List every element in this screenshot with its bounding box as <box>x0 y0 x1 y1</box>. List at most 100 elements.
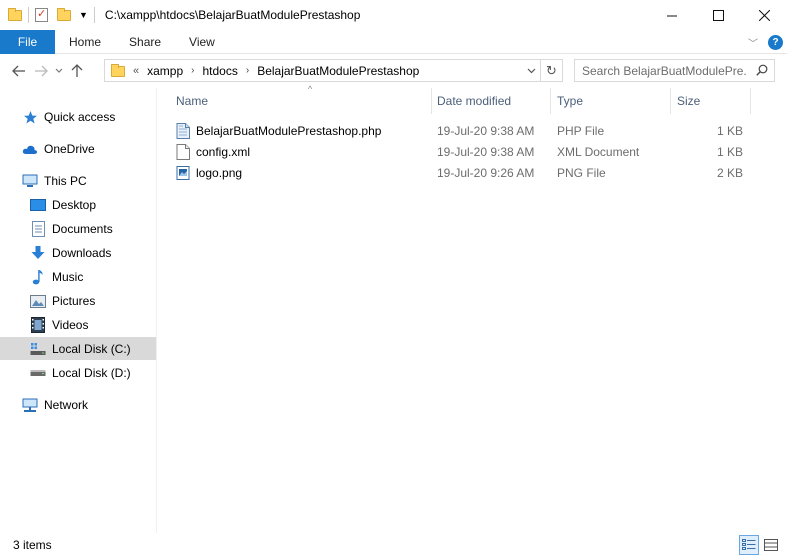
sidebar-item-label: This PC <box>44 174 87 188</box>
folder-icon <box>8 8 22 22</box>
drive-c-icon <box>30 341 46 357</box>
sidebar-item-quick-access[interactable]: Quick access <box>22 106 152 128</box>
file-type: XML Document <box>557 144 640 159</box>
tab-view[interactable]: View <box>175 30 229 54</box>
search-input[interactable] <box>582 63 747 78</box>
sidebar-item-label: Quick access <box>44 110 116 124</box>
network-icon <box>22 397 38 413</box>
large-icons-view-icon <box>764 539 778 551</box>
quick-access-toolbar: ▼ <box>0 0 101 30</box>
properties-icon[interactable] <box>35 7 49 22</box>
tab-file[interactable]: File <box>0 29 55 54</box>
sidebar-item-label: Local Disk (C:) <box>52 341 131 356</box>
file-date: 19-Jul-20 9:38 AM <box>437 123 535 138</box>
chevron-right-icon[interactable]: › <box>191 65 194 76</box>
minimize-button[interactable] <box>649 0 695 30</box>
sidebar-item-label: Music <box>52 270 84 284</box>
file-name: logo.png <box>196 165 243 180</box>
large-icons-view-button[interactable] <box>761 535 781 555</box>
navigation-pane: Quick access OneDrive This PC Desktop Do… <box>0 88 157 533</box>
sidebar-item-desktop[interactable]: Desktop <box>30 194 152 216</box>
computer-icon <box>22 173 38 189</box>
expand-ribbon-icon[interactable]: ﹀ <box>748 35 758 50</box>
column-header-label: Size <box>677 94 701 108</box>
close-icon <box>758 9 770 21</box>
ribbon-right: ﹀ ? <box>748 30 783 54</box>
breadcrumb-xampp[interactable]: xampp <box>147 64 183 78</box>
column-header-type[interactable]: Type <box>551 88 670 114</box>
php-file-icon <box>176 122 190 139</box>
column-header-size[interactable]: Size <box>671 88 750 114</box>
sidebar-item-label: OneDrive <box>44 142 95 156</box>
column-header-label: Name <box>176 94 209 108</box>
window-title: C:\xampp\htdocs\BelajarBuatModulePrestas… <box>104 8 361 22</box>
customize-toolbar-dropdown[interactable]: ▼ <box>79 10 88 20</box>
address-bar[interactable]: « xampp › htdocs › BelajarBuatModulePres… <box>104 59 563 82</box>
title-bar: ▼ C:\xampp\htdocs\BelajarBuatModulePrest… <box>0 0 787 30</box>
back-button[interactable] <box>8 59 30 83</box>
arrow-right-icon <box>35 65 48 77</box>
sidebar-item-network[interactable]: Network <box>22 394 152 416</box>
column-header-name[interactable]: Name ^ <box>170 84 430 114</box>
sidebar-item-pictures[interactable]: Pictures <box>30 290 152 312</box>
file-list: Name ^ Date modified Type Size BelajarBu… <box>158 84 787 533</box>
view-switcher <box>737 535 781 555</box>
music-icon <box>30 269 46 285</box>
navigation-bar: « xampp › htdocs › BelajarBuatModulePres… <box>0 54 787 88</box>
sidebar-item-local-disk-c[interactable]: Local Disk (C:) <box>0 337 156 360</box>
table-row[interactable]: logo.png 19-Jul-20 9:26 AM PNG File 2 KB <box>176 162 766 183</box>
file-size: 1 KB <box>716 144 743 159</box>
sidebar-item-label: Pictures <box>52 294 96 308</box>
sidebar-item-videos[interactable]: Videos <box>30 314 152 336</box>
file-name-cell: logo.png <box>176 162 242 183</box>
search-box[interactable] <box>574 59 775 82</box>
sidebar-item-documents[interactable]: Documents <box>30 218 152 240</box>
minimize-icon <box>666 15 677 16</box>
table-row[interactable]: BelajarBuatModulePrestashop.php 19-Jul-2… <box>176 120 766 141</box>
tab-home[interactable]: Home <box>55 30 115 54</box>
up-button[interactable] <box>66 59 88 83</box>
arrow-up-icon <box>71 64 83 77</box>
item-count: 3 items <box>13 538 52 552</box>
toolbar-divider <box>93 7 95 23</box>
cloud-icon <box>22 141 38 157</box>
sidebar-item-music[interactable]: Music <box>30 266 152 288</box>
xml-file-icon <box>176 143 190 160</box>
new-folder-icon[interactable] <box>57 8 71 22</box>
file-size: 1 KB <box>716 123 743 138</box>
sidebar-item-label: Documents <box>52 222 113 236</box>
chevron-down-icon <box>527 68 535 73</box>
recent-locations-dropdown[interactable] <box>52 68 66 74</box>
details-view-icon <box>742 539 756 550</box>
file-name-cell: config.xml <box>176 141 250 162</box>
breadcrumb-current[interactable]: BelajarBuatModulePrestashop <box>257 64 419 78</box>
sidebar-item-onedrive[interactable]: OneDrive <box>22 138 152 160</box>
details-view-button[interactable] <box>739 535 759 555</box>
sidebar-item-downloads[interactable]: Downloads <box>30 242 152 264</box>
arrow-left-icon <box>12 65 25 77</box>
forward-button[interactable] <box>30 59 52 83</box>
sidebar-item-label: Videos <box>52 318 89 332</box>
png-file-icon <box>176 165 190 180</box>
file-size: 2 KB <box>716 165 743 180</box>
help-icon[interactable]: ? <box>768 34 783 50</box>
sidebar-item-label: Desktop <box>52 198 97 212</box>
table-row[interactable]: config.xml 19-Jul-20 9:38 AM XML Documen… <box>176 141 766 162</box>
maximize-button[interactable] <box>695 0 741 30</box>
column-header-label: Type <box>557 94 584 108</box>
refresh-button[interactable]: ↻ <box>540 60 562 81</box>
address-dropdown[interactable] <box>524 60 538 81</box>
breadcrumb-htdocs[interactable]: htdocs <box>203 64 238 78</box>
breadcrumb-overflow[interactable]: « <box>133 65 139 77</box>
column-divider[interactable] <box>750 88 751 114</box>
file-name: config.xml <box>196 144 251 159</box>
chevron-right-icon[interactable]: › <box>246 65 249 76</box>
search-icon[interactable] <box>756 64 768 76</box>
sidebar-item-this-pc[interactable]: This PC <box>22 170 152 192</box>
chevron-down-icon <box>55 68 63 73</box>
tab-share[interactable]: Share <box>115 30 175 54</box>
column-header-date-modified[interactable]: Date modified <box>431 88 550 114</box>
sidebar-item-label: Network <box>44 398 89 412</box>
sidebar-item-local-disk-d[interactable]: Local Disk (D:) <box>30 362 152 384</box>
close-button[interactable] <box>741 0 787 30</box>
